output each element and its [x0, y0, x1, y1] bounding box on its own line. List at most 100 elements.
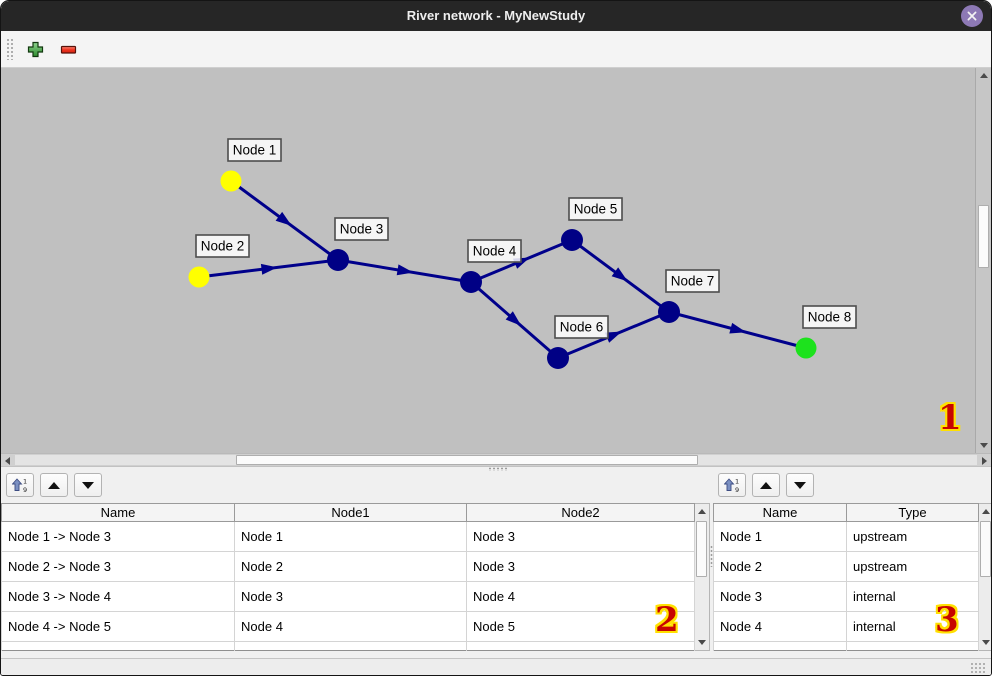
table-cell[interactable]: Node 1 [235, 522, 467, 552]
table-row[interactable]: Node 3internal [714, 582, 979, 612]
resize-grip-icon[interactable] [970, 662, 985, 674]
table-cell[interactable]: Node 5 [467, 612, 695, 642]
table-cell[interactable]: Node 2 -> Node 3 [2, 552, 235, 582]
network-node[interactable] [561, 229, 583, 251]
svg-text:Node 4: Node 4 [473, 244, 517, 259]
table-row[interactable]: Node 2upstream [714, 552, 979, 582]
down-arrow-icon [82, 482, 94, 489]
svg-text:Node 6: Node 6 [560, 320, 604, 335]
toolbar-drag-handle[interactable] [6, 38, 14, 60]
table-row-partial [2, 642, 695, 651]
table-row[interactable]: Node 2 -> Node 3Node 2Node 3 [2, 552, 695, 582]
table-row[interactable]: Node 4 -> Node 5Node 4Node 5 [2, 612, 695, 642]
scroll-up-icon[interactable] [698, 509, 706, 514]
column-header-node2[interactable]: Node2 [467, 504, 695, 522]
svg-text:Node 3: Node 3 [340, 222, 384, 237]
svg-text:1: 1 [735, 478, 739, 486]
canvas-horizontal-scrollbar[interactable] [1, 453, 991, 467]
table-cell [2, 642, 235, 651]
table-cell[interactable]: Node 3 [467, 552, 695, 582]
svg-text:Node 7: Node 7 [671, 274, 715, 289]
table-cell[interactable]: Node 4 [235, 612, 467, 642]
table-row[interactable]: Node 4internal [714, 612, 979, 642]
canvas-vertical-scrollbar[interactable] [975, 68, 991, 453]
column-header-name[interactable]: Name [2, 504, 235, 522]
reaches-vertical-scrollbar[interactable] [695, 503, 710, 651]
svg-text:9: 9 [735, 486, 739, 493]
table-cell[interactable]: Node 3 [235, 582, 467, 612]
edge-arrow-icon [261, 264, 278, 275]
move-down-button[interactable] [786, 473, 814, 497]
scrollbar-thumb[interactable] [978, 205, 989, 268]
up-arrow-icon [760, 482, 772, 489]
table-cell[interactable]: internal [847, 612, 979, 642]
scroll-left-icon[interactable] [5, 457, 10, 465]
table-cell[interactable]: Node 1 -> Node 3 [2, 522, 235, 552]
network-node[interactable] [460, 271, 482, 293]
table-row[interactable]: Node 1upstream [714, 522, 979, 552]
nodes-panel: 1 9 Name Type [713, 467, 991, 658]
scroll-down-icon[interactable] [980, 443, 988, 448]
titlebar[interactable]: River network - MyNewStudy [1, 1, 991, 31]
node-label[interactable]: Node 7 [666, 270, 719, 292]
column-header-type[interactable]: Type [847, 504, 979, 522]
network-canvas[interactable]: Node 1 Node 2 Node 3 Node 4 Node 5 Node 6 Node… [1, 68, 991, 453]
node-label[interactable]: Node 4 [468, 240, 521, 262]
network-node[interactable] [547, 347, 569, 369]
table-cell[interactable]: Node 4 [467, 582, 695, 612]
add-node-button[interactable] [22, 36, 48, 62]
move-down-button[interactable] [74, 473, 102, 497]
table-cell[interactable]: Node 1 [714, 522, 847, 552]
scroll-up-icon[interactable] [982, 509, 990, 514]
network-node[interactable] [327, 249, 349, 271]
node-label[interactable]: Node 5 [569, 198, 622, 220]
table-row[interactable]: Node 3 -> Node 4Node 3Node 4 [2, 582, 695, 612]
node-label[interactable]: Node 2 [196, 235, 249, 257]
svg-text:Node 5: Node 5 [574, 202, 618, 217]
svg-text:Node 8: Node 8 [808, 310, 852, 325]
sort-button[interactable]: 1 9 [718, 473, 746, 497]
network-node[interactable] [189, 267, 210, 288]
nodes-toolbar: 1 9 [713, 467, 991, 503]
scroll-down-icon[interactable] [982, 640, 990, 645]
remove-node-button[interactable] [55, 36, 81, 62]
column-header-name[interactable]: Name [714, 504, 847, 522]
table-cell[interactable]: Node 4 -> Node 5 [2, 612, 235, 642]
app-window: River network - MyNewStudy [0, 0, 992, 676]
table-cell[interactable]: Node 2 [235, 552, 467, 582]
network-node[interactable] [796, 338, 817, 359]
network-node[interactable] [221, 171, 242, 192]
edge-arrow-icon [397, 264, 414, 275]
move-up-button[interactable] [752, 473, 780, 497]
table-cell[interactable]: Node 2 [714, 552, 847, 582]
scroll-up-icon[interactable] [980, 73, 988, 78]
sort-button[interactable]: 1 9 [6, 473, 34, 497]
network-node[interactable] [658, 301, 680, 323]
node-label[interactable]: Node 8 [803, 306, 856, 328]
nodes-vertical-scrollbar[interactable] [979, 503, 992, 651]
node-label[interactable]: Node 1 [228, 139, 281, 161]
svg-text:Node 2: Node 2 [201, 239, 245, 254]
scrollbar-thumb[interactable] [696, 521, 707, 577]
table-cell[interactable]: upstream [847, 552, 979, 582]
sort-icon: 1 9 [724, 477, 740, 493]
close-button[interactable] [961, 5, 983, 27]
table-cell[interactable]: internal [847, 582, 979, 612]
svg-text:1: 1 [23, 478, 27, 486]
table-cell[interactable]: Node 3 [467, 522, 695, 552]
column-header-node1[interactable]: Node1 [235, 504, 467, 522]
table-cell[interactable]: Node 3 [714, 582, 847, 612]
scrollbar-thumb[interactable] [236, 455, 698, 465]
move-up-button[interactable] [40, 473, 68, 497]
table-cell[interactable]: Node 3 -> Node 4 [2, 582, 235, 612]
scrollbar-thumb[interactable] [980, 521, 991, 577]
river-network-diagram[interactable]: Node 1 Node 2 Node 3 Node 4 Node 5 Node 6 Node… [1, 68, 977, 453]
scroll-right-icon[interactable] [982, 457, 987, 465]
node-label[interactable]: Node 3 [335, 218, 388, 240]
table-cell[interactable]: upstream [847, 522, 979, 552]
scroll-down-icon[interactable] [698, 640, 706, 645]
node-label[interactable]: Node 6 [555, 316, 608, 338]
table-row[interactable]: Node 1 -> Node 3Node 1Node 3 [2, 522, 695, 552]
table-cell[interactable]: Node 4 [714, 612, 847, 642]
svg-text:Node 1: Node 1 [233, 143, 277, 158]
